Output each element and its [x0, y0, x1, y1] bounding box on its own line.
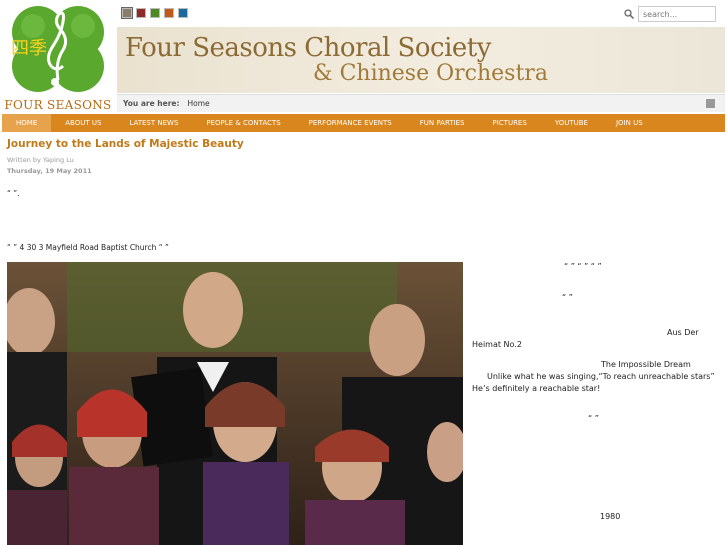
choir-photo	[7, 262, 463, 545]
nav-home[interactable]: Home	[2, 114, 52, 132]
site-title-line2: & Chinese Orchestra	[313, 61, 548, 86]
main-nav: Home About Us Latest News People & Conta…	[2, 114, 725, 132]
nav-performance-events[interactable]: Performance Events	[295, 114, 406, 132]
theme-swatch-1[interactable]	[121, 7, 133, 19]
article: Journey to the Lands of Majestic Beauty …	[7, 138, 723, 252]
site-logo[interactable]: 四季 FOUR SEASONS	[3, 2, 113, 112]
article-title[interactable]: Journey to the Lands of Majestic Beauty	[7, 138, 723, 150]
logo-caption: FOUR SEASONS	[4, 98, 112, 112]
nav-latest-news[interactable]: Latest News	[115, 114, 192, 132]
article-paragraph-1: “ ”.	[7, 189, 20, 198]
nav-pictures[interactable]: Pictures	[479, 114, 541, 132]
side-text-4: Heimat No.2	[472, 340, 522, 349]
nav-join-us[interactable]: Join Us	[602, 114, 657, 132]
site-title-line1: Four Seasons Choral Society	[125, 33, 491, 63]
nav-about-us[interactable]: About Us	[51, 114, 115, 132]
search-input[interactable]	[638, 6, 716, 22]
side-text-3: Aus Der	[667, 328, 699, 337]
breadcrumb-home-link[interactable]: Home	[188, 99, 210, 108]
header: 四季 FOUR SEASONS Four Seasons Choral Soci…	[0, 0, 727, 116]
side-text-8: “ ”	[588, 414, 599, 423]
clover-logo-icon: 四季	[11, 6, 104, 92]
article-date: Thursday, 19 May 2011	[7, 167, 92, 175]
theme-swatch-2[interactable]	[136, 8, 146, 18]
article-paragraph-2: “ ” 4 30 3 Mayfield Road Baptist Church …	[7, 243, 169, 252]
search-area	[624, 6, 716, 22]
nav-people-contacts[interactable]: People & Contacts	[192, 114, 294, 132]
svg-text:四季: 四季	[11, 38, 47, 59]
side-text-7: He’s definitely a reachable star!	[472, 384, 601, 393]
choir-photo-image	[7, 262, 463, 545]
breadcrumb-label: You are here:	[123, 99, 180, 108]
side-text-9: 1980	[600, 512, 621, 521]
side-text-6: Unlike what he was singing,“To reach unr…	[487, 372, 715, 381]
side-text-1: “ ” “ ” “ ”	[564, 262, 602, 271]
site-banner: Four Seasons Choral Society & Chinese Or…	[117, 27, 725, 93]
theme-swatch-5[interactable]	[178, 8, 188, 18]
side-text-5: The Impossible Dream	[601, 360, 691, 369]
nav-fun-parties[interactable]: Fun Parties	[406, 114, 479, 132]
breadcrumb: You are here: Home	[117, 94, 725, 112]
theme-swatch-3[interactable]	[150, 8, 160, 18]
theme-swatch-4[interactable]	[164, 8, 174, 18]
theme-swatches	[121, 7, 188, 19]
print-icon[interactable]	[706, 99, 715, 108]
search-icon[interactable]	[624, 9, 634, 19]
article-author: Written by Yaping Lu	[7, 156, 74, 164]
nav-youtube[interactable]: YouTube	[541, 114, 602, 132]
side-text-2: “ ”	[562, 293, 573, 302]
